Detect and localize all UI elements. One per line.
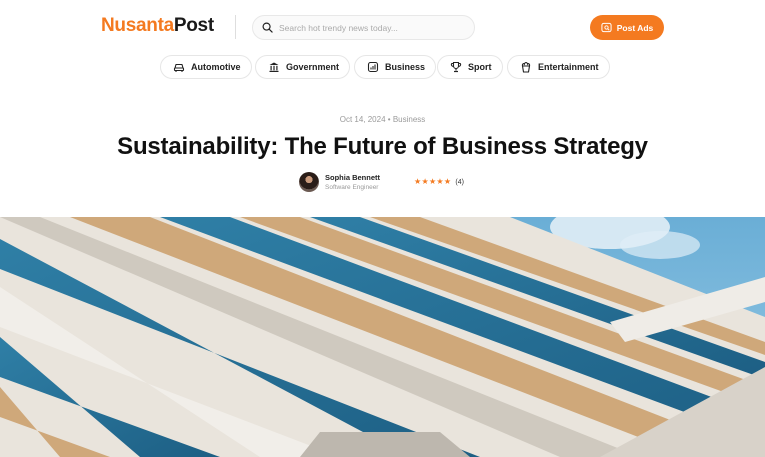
chart-icon: [367, 61, 379, 73]
article-category[interactable]: Business: [393, 115, 425, 124]
search-input[interactable]: [279, 22, 469, 33]
category-entertainment[interactable]: Entertainment: [507, 55, 610, 79]
hero-image: [0, 217, 765, 457]
category-label: Entertainment: [538, 62, 599, 72]
category-automotive[interactable]: Automotive: [160, 55, 252, 79]
post-ads-label: Post Ads: [616, 22, 654, 33]
category-label: Automotive: [191, 62, 241, 72]
car-icon: [173, 63, 185, 72]
avatar[interactable]: [299, 172, 319, 192]
meta-separator: •: [387, 115, 391, 124]
article-meta: Oct 14, 2024 • Business: [0, 115, 765, 124]
author-block[interactable]: Sophia Bennett Software Engineer: [299, 172, 380, 192]
author-name[interactable]: Sophia Bennett: [325, 173, 380, 183]
bank-icon: [269, 62, 279, 72]
category-business[interactable]: Business: [354, 55, 437, 79]
category-sport[interactable]: Sport: [437, 55, 503, 79]
category-government[interactable]: Government: [255, 55, 351, 79]
trophy-icon: [450, 61, 462, 73]
header-divider: [235, 15, 236, 39]
site-logo[interactable]: NusantaPost: [101, 15, 214, 37]
category-label: Sport: [468, 62, 492, 72]
article-title: Sustainability: The Future of Business S…: [117, 133, 648, 160]
search-bar[interactable]: [252, 15, 475, 40]
category-label: Business: [385, 62, 426, 72]
logo-part-1: Nusanta: [101, 15, 174, 36]
category-label: Government: [286, 62, 340, 72]
ad-icon: [601, 22, 612, 33]
rating-count: (4): [455, 178, 464, 186]
site-header: NusantaPost Post Ads: [0, 0, 765, 56]
star-rating-icon: ★★★★★: [414, 177, 452, 186]
logo-part-2: Post: [173, 15, 214, 36]
author-info: Sophia Bennett Software Engineer: [325, 173, 380, 192]
article-date: Oct 14, 2024: [339, 115, 386, 124]
popcorn-icon: [521, 61, 531, 73]
search-icon: [262, 22, 273, 33]
author-role: Software Engineer: [325, 183, 379, 191]
article-rating: ★★★★★ (4): [414, 177, 464, 187]
post-ads-button[interactable]: Post Ads: [590, 15, 664, 40]
category-nav: Automotive Government Business Sport Ent…: [0, 55, 765, 79]
